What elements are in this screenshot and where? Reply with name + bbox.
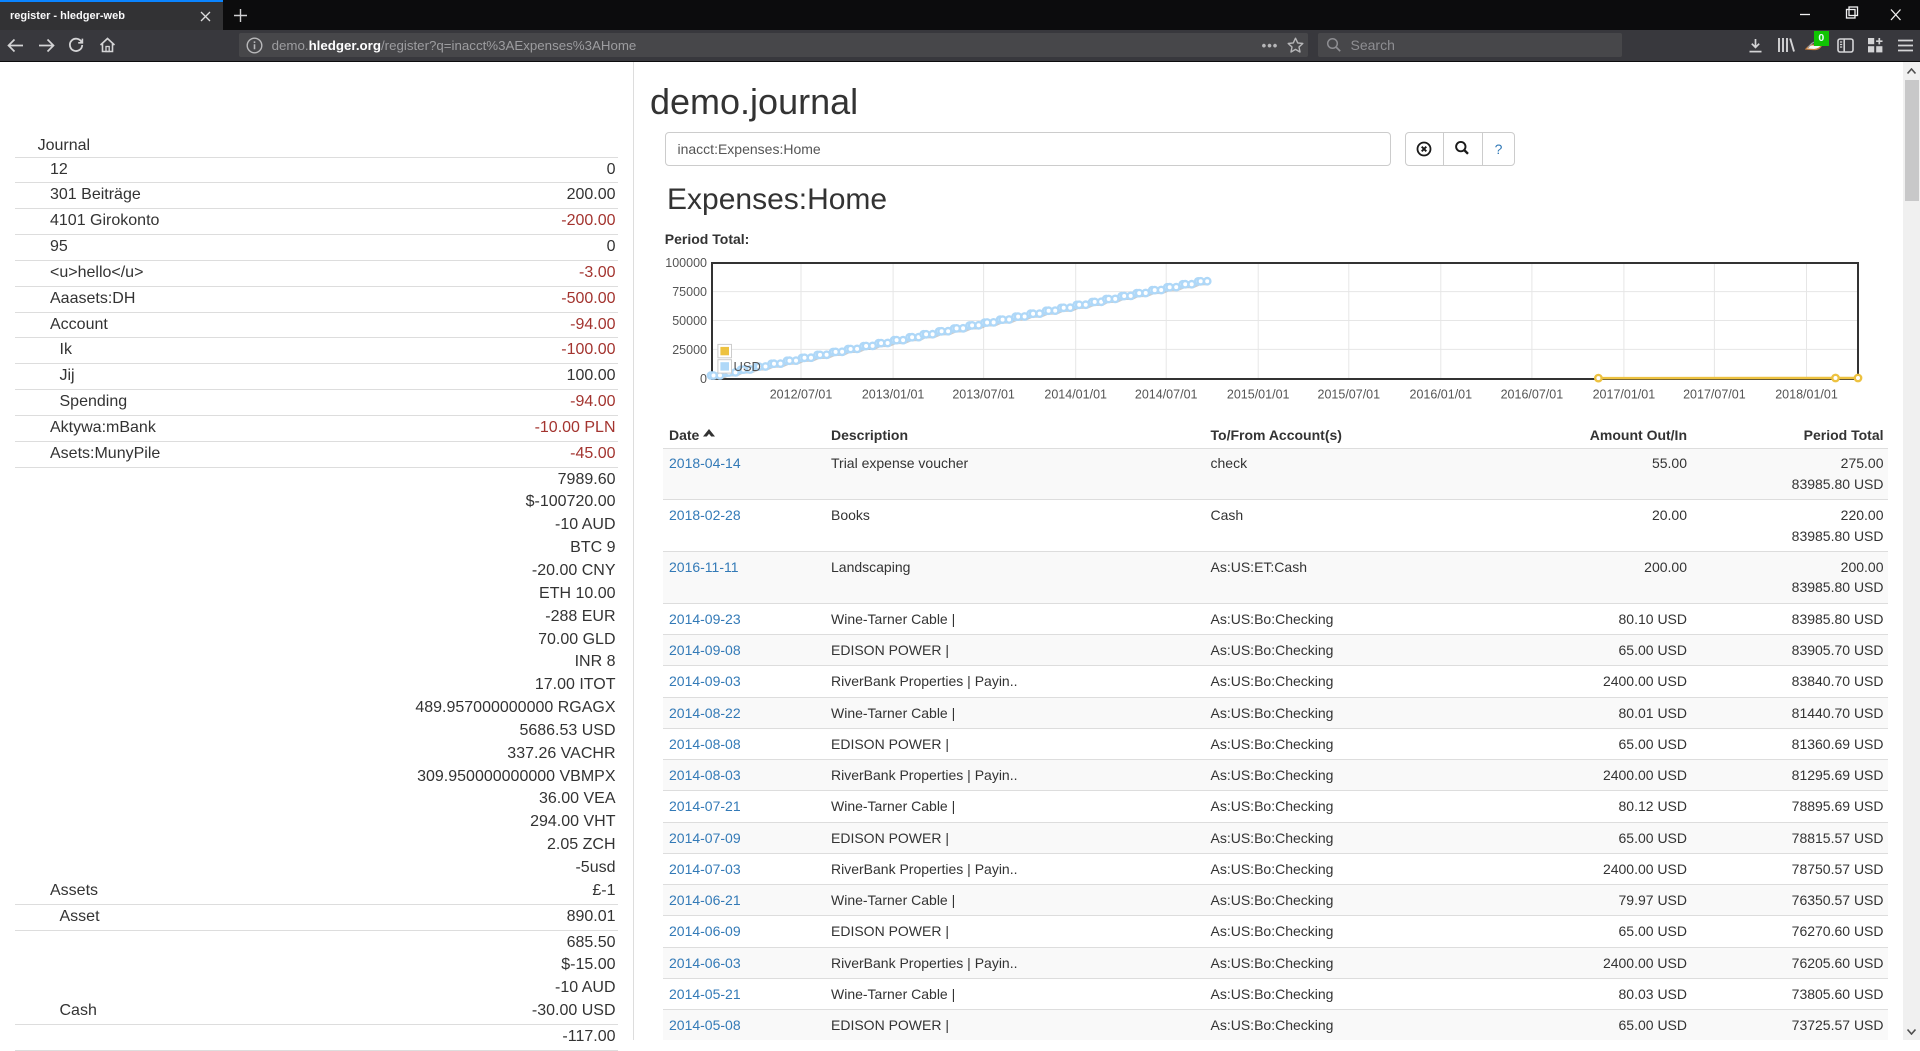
svg-text:2012/07/01: 2012/07/01 xyxy=(770,388,833,402)
svg-text:2017/01/01: 2017/01/01 xyxy=(1593,388,1656,402)
svg-text:25000: 25000 xyxy=(672,343,707,357)
svg-text:100000: 100000 xyxy=(665,256,707,270)
svg-text:2013/01/01: 2013/01/01 xyxy=(862,388,925,402)
svg-text:2016/01/01: 2016/01/01 xyxy=(1410,388,1473,402)
svg-text:2014/07/01: 2014/07/01 xyxy=(1135,388,1198,402)
svg-text:USD: USD xyxy=(734,359,761,374)
svg-text:2014/01/01: 2014/01/01 xyxy=(1044,388,1107,402)
svg-text:2013/07/01: 2013/07/01 xyxy=(952,388,1015,402)
svg-text:2015/07/01: 2015/07/01 xyxy=(1318,388,1381,402)
svg-text:50000: 50000 xyxy=(672,314,707,328)
svg-text:2017/07/01: 2017/07/01 xyxy=(1683,388,1746,402)
svg-text:2016/07/01: 2016/07/01 xyxy=(1501,388,1564,402)
svg-text:0: 0 xyxy=(700,372,707,386)
svg-text:75000: 75000 xyxy=(672,285,707,299)
svg-text:2018/01/01: 2018/01/01 xyxy=(1775,388,1838,402)
svg-text:2015/01/01: 2015/01/01 xyxy=(1227,388,1290,402)
